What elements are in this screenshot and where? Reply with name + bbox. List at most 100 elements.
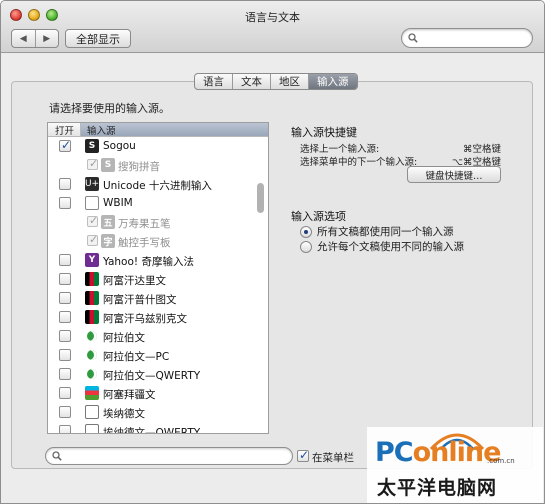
input-source-icon: S [85, 139, 99, 153]
radio-diff-label: 允许每个文稿使用不同的输入源 [317, 241, 464, 253]
list-item[interactable]: Y Yahoo! 奇摩输入法 [48, 251, 268, 270]
enable-checkbox[interactable] [59, 273, 71, 285]
list-item[interactable]: 阿塞拜疆文 [48, 384, 268, 403]
forward-button[interactable]: ▶ [34, 30, 59, 47]
enable-checkbox[interactable] [59, 330, 71, 342]
input-source-icon [85, 367, 99, 381]
input-source-label: 阿拉伯文 [103, 332, 145, 344]
input-source-icon: 字 [101, 234, 115, 248]
enable-checkbox[interactable] [59, 425, 71, 433]
prev-source-shortcut: ⌘空格键 [462, 144, 501, 155]
input-source-icon [85, 386, 99, 400]
search-input[interactable] [401, 28, 533, 48]
enable-checkbox[interactable] [59, 178, 71, 190]
keyboard-shortcuts-button[interactable]: 键盘快捷键… [407, 166, 501, 183]
input-source-icon [85, 272, 99, 286]
preferences-window: 语言与文本 ◀ ▶ 全部显示 语言 文本 地区 输入源 请选择要使用的输入源。 … [0, 0, 545, 504]
enable-checkbox [87, 233, 98, 246]
enable-checkbox [87, 157, 98, 170]
radio-same-label: 所有文稿都使用同一个输入源 [317, 226, 454, 238]
options-title: 输入源选项 [291, 210, 346, 223]
title-bar: 语言与文本 ◀ ▶ 全部显示 [1, 1, 544, 53]
input-source-icon: Y [85, 253, 99, 267]
input-source-icon [85, 329, 99, 343]
input-source-label: 阿富汗普什图文 [103, 294, 177, 306]
input-source-label: 阿拉伯文—QWERTY [103, 370, 201, 382]
show-all-button[interactable]: 全部显示 [65, 29, 131, 48]
enable-checkbox[interactable] [59, 387, 71, 399]
watermark-site-name: 太平洋电脑网 [377, 477, 498, 499]
list-item[interactable]: U+ Unicode 十六进制输入 [48, 175, 268, 194]
list-prompt: 请选择要使用的输入源。 [49, 102, 170, 115]
show-in-menu-checkbox[interactable] [297, 448, 309, 462]
shortcuts-title: 输入源快捷键 [291, 126, 357, 139]
input-source-label: WBIM [103, 197, 133, 209]
search-icon [408, 33, 418, 43]
chevron-left-icon: ◀ [19, 33, 27, 44]
enable-checkbox [87, 214, 98, 227]
radio-button-selected[interactable] [300, 225, 312, 238]
list-scrollbar[interactable] [257, 183, 264, 213]
enable-checkbox[interactable] [59, 368, 71, 380]
list-item[interactable]: S Sogou [48, 137, 268, 156]
input-source-label: 阿富汗乌兹别克文 [103, 313, 187, 325]
watermark: PConline .com.cn 太平洋电脑网 [367, 427, 543, 503]
back-button[interactable]: ◀ [12, 30, 35, 47]
watermark-logo: PConline [375, 437, 501, 468]
list-item[interactable]: 阿富汗普什图文 [48, 289, 268, 308]
tab-text[interactable]: 文本 [232, 74, 270, 89]
list-item[interactable]: S搜狗拼音 [48, 156, 268, 175]
enable-checkbox[interactable] [59, 254, 71, 266]
input-source-label: 阿富汗达里文 [103, 275, 166, 287]
enable-checkbox[interactable] [59, 349, 71, 361]
list-search-input[interactable] [45, 447, 293, 465]
input-source-icon: U+ [85, 177, 99, 191]
list-item[interactable]: 阿拉伯文—QWERTY [48, 365, 268, 384]
input-source-label: 搜狗拼音 [118, 161, 160, 173]
input-source-label: 阿拉伯文—PC [103, 351, 170, 363]
input-source-icon: 五 [101, 215, 115, 229]
input-source-label: 触控手写板 [118, 237, 171, 249]
list-item[interactable]: 五万寿果五笔 [48, 213, 268, 232]
enable-checkbox[interactable] [59, 311, 71, 323]
enable-checkbox[interactable] [59, 138, 71, 152]
prev-source-label: 选择上一个输入源: [300, 144, 380, 155]
input-source-label: Sogou [103, 140, 136, 152]
search-icon [52, 451, 62, 461]
list-item[interactable]: 阿拉伯文 [48, 327, 268, 346]
next-source-label: 选择菜单中的下一个输入源: [300, 157, 418, 168]
input-source-icon [85, 310, 99, 324]
list-item[interactable]: 字触控手写板 [48, 232, 268, 251]
input-source-list[interactable]: 打开 输入源 SSogouS搜狗拼音U+Unicode 十六进制输入五WBIM五… [47, 122, 269, 434]
enable-checkbox[interactable] [59, 197, 71, 209]
enable-checkbox[interactable] [59, 292, 71, 304]
input-source-label: 万寿果五笔 [118, 218, 171, 230]
tab-bar: 语言 文本 地区 输入源 [194, 73, 358, 90]
radio-different-source[interactable]: 允许每个文稿使用不同的输入源 [300, 239, 464, 254]
list-item[interactable]: ሕ 埃纳德文—QWERTY [48, 422, 268, 433]
radio-same-source[interactable]: 所有文稿都使用同一个输入源 [300, 224, 454, 239]
input-source-icon: ሕ [85, 405, 99, 419]
list-item[interactable]: 阿富汗达里文 [48, 270, 268, 289]
list-item[interactable]: 阿拉伯文—PC [48, 346, 268, 365]
input-source-label: 埃纳德文 [103, 408, 145, 420]
list-item[interactable]: 五 WBIM [48, 194, 268, 213]
watermark-domain: .com.cn [487, 457, 515, 465]
input-source-icon [85, 348, 99, 362]
column-header-source[interactable]: 输入源 [81, 123, 268, 137]
list-header: 打开 输入源 [48, 123, 268, 137]
list-item[interactable]: 阿富汗乌兹别克文 [48, 308, 268, 327]
input-source-icon [85, 291, 99, 305]
input-source-label: 阿塞拜疆文 [103, 389, 156, 401]
radio-button[interactable] [300, 240, 312, 253]
input-source-label: Unicode 十六进制输入 [103, 180, 212, 192]
tab-input-sources[interactable]: 输入源 [308, 74, 357, 89]
input-source-icon: 五 [85, 196, 99, 210]
column-header-open[interactable]: 打开 [48, 123, 81, 137]
list-rows: SSogouS搜狗拼音U+Unicode 十六进制输入五WBIM五万寿果五笔字触… [48, 137, 268, 433]
tab-region[interactable]: 地区 [270, 74, 308, 89]
list-item[interactable]: ሕ 埃纳德文 [48, 403, 268, 422]
input-source-icon: ሕ [85, 424, 99, 433]
tab-language[interactable]: 语言 [195, 74, 232, 89]
enable-checkbox[interactable] [59, 406, 71, 418]
